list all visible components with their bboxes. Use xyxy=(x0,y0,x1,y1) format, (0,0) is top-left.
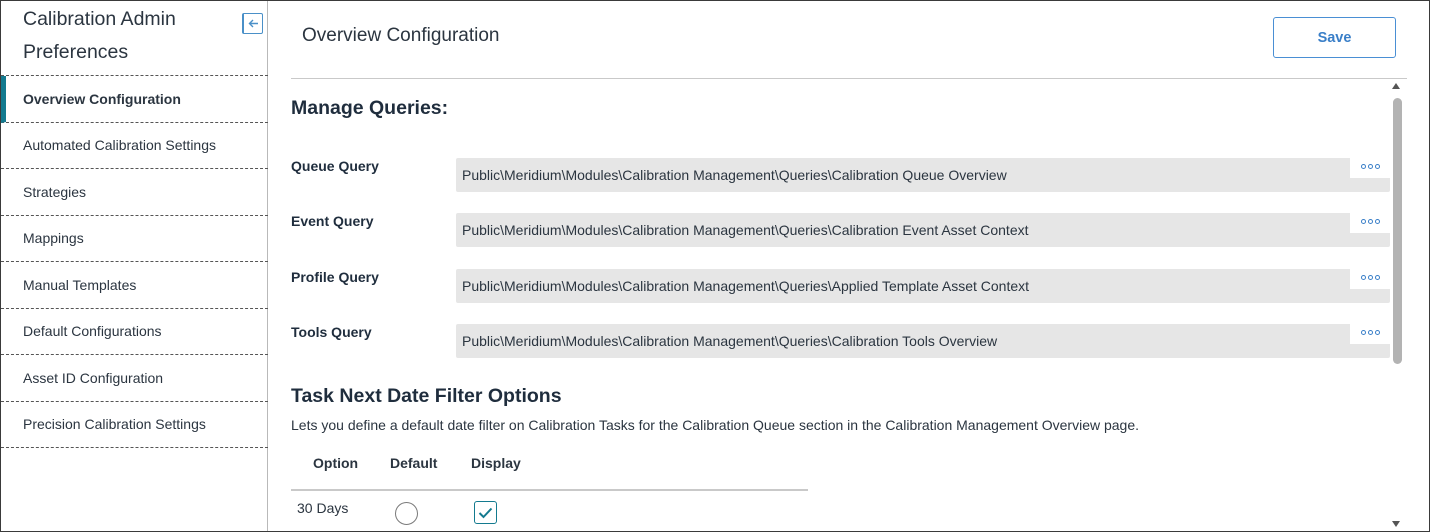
sidebar-item-label: Overview Configuration xyxy=(23,90,181,107)
column-header-default: Default xyxy=(390,455,438,471)
sidebar-item-label: Mappings xyxy=(23,230,84,247)
default-radio-30-days[interactable] xyxy=(395,502,418,525)
collapse-sidebar-button[interactable] xyxy=(242,13,263,34)
sidebar-item-overview-configuration[interactable]: Overview Configuration xyxy=(1,76,268,123)
tools-query-field[interactable]: Public\Meridium\Modules\Calibration Mana… xyxy=(456,324,1390,358)
sidebar-item-mappings[interactable]: Mappings xyxy=(1,216,268,262)
save-button[interactable]: Save xyxy=(1273,17,1396,58)
main-content: Overview Configuration Save Manage Queri… xyxy=(269,1,1429,531)
more-options-icon xyxy=(1360,274,1366,280)
queue-query-row: Queue Query Public\Meridium\Modules\Cali… xyxy=(291,154,1391,198)
scroll-down-arrow-icon[interactable] xyxy=(1392,521,1400,527)
header-divider xyxy=(291,78,1407,79)
event-query-more-button[interactable] xyxy=(1350,209,1390,233)
sidebar-item-default-configurations[interactable]: Default Configurations xyxy=(1,309,268,355)
event-query-row: Event Query Public\Meridium\Modules\Cali… xyxy=(291,209,1391,253)
vertical-scrollbar-thumb[interactable] xyxy=(1393,98,1402,364)
sidebar-item-precision-calibration-settings[interactable]: Precision Calibration Settings xyxy=(1,402,268,448)
column-header-display: Display xyxy=(471,455,521,471)
option-30-days-label: 30 Days xyxy=(297,500,349,516)
more-options-icon xyxy=(1360,329,1366,335)
sidebar-item-manual-templates[interactable]: Manual Templates xyxy=(1,262,268,309)
sidebar-item-label: Asset ID Configuration xyxy=(23,369,164,386)
event-query-label: Event Query xyxy=(291,213,374,229)
sidebar-title: Calibration Admin Preferences xyxy=(23,3,233,69)
queue-query-field[interactable]: Public\Meridium\Modules\Calibration Mana… xyxy=(456,158,1390,192)
collapse-left-icon xyxy=(248,19,258,28)
sidebar-item-label: Strategies xyxy=(23,183,87,200)
sidebar-item-label: Default Configurations xyxy=(23,323,162,340)
more-options-icon xyxy=(1360,163,1366,169)
queue-query-more-button[interactable] xyxy=(1350,154,1390,178)
column-header-option: Option xyxy=(313,455,359,471)
task-filter-description: Lets you define a default date filter on… xyxy=(291,417,1140,433)
sidebar-item-automated-calibration-settings[interactable]: Automated Calibration Settings xyxy=(1,123,268,169)
more-options-icon xyxy=(1360,218,1366,224)
table-divider xyxy=(291,489,808,491)
page-title: Overview Configuration xyxy=(302,25,500,46)
sidebar-item-label: Precision Calibration Settings xyxy=(23,416,206,433)
profile-query-row: Profile Query Public\Meridium\Modules\Ca… xyxy=(291,265,1391,309)
profile-query-more-button[interactable] xyxy=(1350,265,1390,289)
sidebar-item-strategies[interactable]: Strategies xyxy=(1,169,268,216)
sidebar-item-label: Manual Templates xyxy=(23,276,137,293)
tools-query-row: Tools Query Public\Meridium\Modules\Cali… xyxy=(291,320,1391,364)
sidebar-nav: Overview Configuration Automated Calibra… xyxy=(1,75,268,448)
sidebar-item-asset-id-configuration[interactable]: Asset ID Configuration xyxy=(1,355,268,402)
event-query-field[interactable]: Public\Meridium\Modules\Calibration Mana… xyxy=(456,213,1390,247)
tools-query-more-button[interactable] xyxy=(1350,320,1390,344)
sidebar-item-label: Automated Calibration Settings xyxy=(23,137,216,154)
task-filter-heading: Task Next Date Filter Options xyxy=(291,385,562,407)
sidebar: Calibration Admin Preferences Overview C… xyxy=(1,1,268,531)
display-checkbox-30-days[interactable] xyxy=(474,501,497,524)
sidebar-title-line1: Calibration Admin xyxy=(23,8,176,30)
profile-query-label: Profile Query xyxy=(291,269,379,285)
profile-query-field[interactable]: Public\Meridium\Modules\Calibration Mana… xyxy=(456,269,1390,303)
manage-queries-heading: Manage Queries: xyxy=(291,97,449,119)
queue-query-label: Queue Query xyxy=(291,158,379,174)
scroll-up-arrow-icon[interactable] xyxy=(1392,83,1400,89)
checkmark-icon xyxy=(478,507,493,518)
sidebar-title-line2: Preferences xyxy=(23,41,129,63)
tools-query-label: Tools Query xyxy=(291,324,372,340)
